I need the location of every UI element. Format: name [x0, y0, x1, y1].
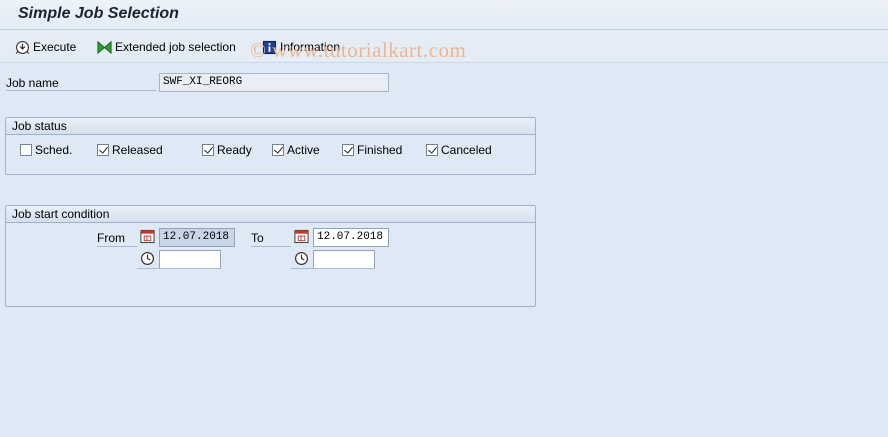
calendar-icon[interactable] — [294, 229, 309, 244]
job-start-condition-group: Job start condition — [5, 205, 536, 307]
checkbox-sched-box[interactable] — [20, 144, 32, 156]
checkbox-active[interactable]: Active — [272, 143, 320, 157]
checkbox-ready-label: Ready — [217, 143, 252, 157]
checkbox-finished[interactable]: Finished — [342, 143, 402, 157]
checkbox-finished-box[interactable] — [342, 144, 354, 156]
checkbox-ready[interactable]: Ready — [202, 143, 252, 157]
execute-label: Execute — [33, 40, 77, 54]
calendar-icon[interactable] — [140, 229, 155, 244]
execute-icon — [15, 40, 30, 54]
checkbox-active-box[interactable] — [272, 144, 284, 156]
job-name-label: Job name — [6, 76, 156, 91]
to-date-field[interactable]: 12.07.2018 — [313, 228, 389, 247]
checkbox-finished-label: Finished — [357, 143, 403, 157]
extended-job-selection-label: Extended job selection — [115, 40, 236, 54]
checkbox-sched-label: Sched. — [35, 143, 73, 157]
job-name-field[interactable]: SWF_XI_REORG — [159, 73, 389, 92]
checkbox-ready-box[interactable] — [202, 144, 214, 156]
to-label: To — [251, 231, 291, 247]
information-label: Information — [280, 40, 341, 54]
clock-icon[interactable] — [140, 251, 155, 266]
info-icon — [262, 40, 277, 54]
checkbox-canceled-label: Canceled — [441, 143, 492, 157]
to-time-field[interactable] — [313, 250, 375, 269]
extended-job-selection-button[interactable]: Extended job selection — [97, 37, 236, 57]
checkbox-released-box[interactable] — [97, 144, 109, 156]
checkbox-released[interactable]: Released — [97, 143, 163, 157]
checkbox-sched[interactable]: Sched. — [20, 143, 72, 157]
application-toolbar: Execute Extended job selection Informati… — [0, 31, 888, 63]
checkbox-canceled[interactable]: Canceled — [426, 143, 492, 157]
from-label: From — [97, 231, 137, 247]
to-time-underline — [291, 268, 375, 269]
information-button[interactable]: Information — [262, 37, 340, 57]
checkbox-canceled-box[interactable] — [426, 144, 438, 156]
job-start-condition-header: Job start condition — [6, 206, 535, 223]
from-time-underline — [137, 268, 221, 269]
bowtie-icon — [97, 40, 112, 54]
from-time-field[interactable] — [159, 250, 221, 269]
page-title: Simple Job Selection — [18, 5, 179, 22]
execute-button[interactable]: Execute — [15, 37, 76, 57]
checkbox-active-label: Active — [287, 143, 320, 157]
title-bar: Simple Job Selection — [0, 0, 888, 30]
from-date-field[interactable]: 12.07.2018 — [159, 228, 235, 247]
clock-icon[interactable] — [294, 251, 309, 266]
job-status-header: Job status — [6, 118, 535, 135]
checkbox-released-label: Released — [112, 143, 163, 157]
